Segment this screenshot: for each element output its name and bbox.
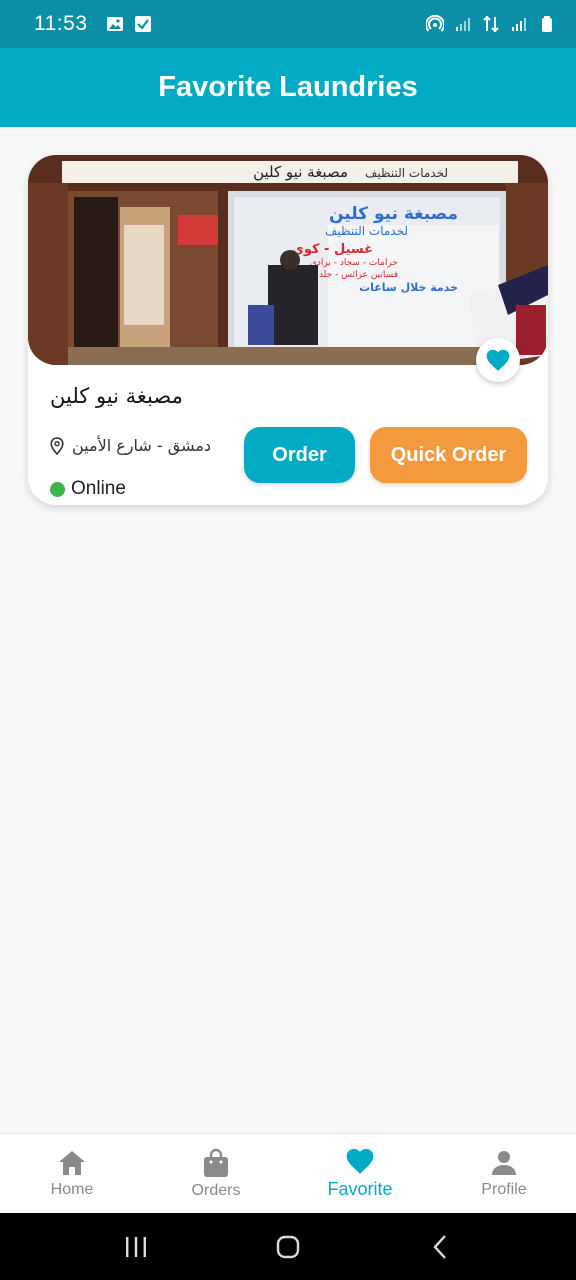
online-label: Online — [71, 478, 126, 499]
nav-label-profile: Profile — [481, 1180, 527, 1198]
heart-icon — [486, 349, 510, 371]
back-button[interactable] — [420, 1227, 460, 1267]
bottom-nav: Home Orders Favorite Profile — [0, 1133, 576, 1213]
status-time: 11:53 — [34, 12, 88, 35]
window-line-1: مصبغة نيو كلين — [329, 204, 458, 224]
laundry-card[interactable]: لخدمات التنظيف مصبغة نيو كلين مصبغة نيو … — [28, 155, 548, 505]
laundry-name: مصبغة نيو كلين — [50, 384, 183, 408]
nav-item-home[interactable]: Home — [0, 1134, 144, 1213]
recent-apps-button[interactable] — [116, 1227, 156, 1267]
nav-label-favorite: Favorite — [327, 1179, 393, 1199]
window-line-3: غسيل - كوي — [292, 242, 373, 257]
gallery-notification-icon — [106, 17, 123, 31]
heart-icon — [346, 1148, 374, 1174]
window-line-4: حرامات - سجاد - برادي — [310, 258, 398, 268]
window-line-6: خدمة خلال ساعات — [359, 281, 458, 294]
nav-label-orders: Orders — [191, 1181, 241, 1199]
signal-weak-icon — [456, 18, 470, 31]
shopping-bag-icon — [204, 1148, 228, 1177]
back-chevron-icon — [433, 1234, 446, 1259]
laundry-address: دمشق - شارع الأمين — [72, 436, 212, 455]
favorite-toggle[interactable] — [476, 338, 520, 382]
status-bar: 11:53 — [0, 0, 576, 48]
shop-sign: مصبغة نيو كلين — [253, 163, 348, 181]
online-status: Online — [50, 478, 126, 500]
home-system-button[interactable] — [268, 1227, 308, 1267]
window-line-5: فساتين عرائس - جلد — [319, 270, 398, 280]
person-icon — [492, 1150, 516, 1175]
address-row: دمشق - شارع الأمين — [50, 436, 211, 455]
location-pin-icon — [50, 436, 64, 455]
nav-label-home: Home — [50, 1180, 94, 1198]
data-transfer-icon — [483, 15, 499, 33]
recent-apps-icon — [126, 1236, 146, 1257]
order-button[interactable]: Order — [244, 427, 355, 483]
laundry-photo: لخدمات التنظيف مصبغة نيو كلين مصبغة نيو … — [28, 155, 548, 365]
app-bar: Favorite Laundries — [0, 48, 576, 127]
hotspot-icon — [426, 15, 444, 32]
signal-icon — [512, 18, 526, 31]
system-nav-bar — [0, 1213, 576, 1280]
page-title: Favorite Laundries — [158, 71, 418, 103]
shop-sign-sub: لخدمات التنظيف — [365, 166, 448, 180]
window-line-2: لخدمات التنظيف — [325, 224, 408, 238]
nav-item-favorite[interactable]: Favorite — [288, 1134, 432, 1213]
home-icon — [59, 1150, 85, 1175]
quick-order-button[interactable]: Quick Order — [370, 427, 527, 483]
battery-icon — [542, 16, 552, 32]
nav-item-orders[interactable]: Orders — [144, 1134, 288, 1213]
online-dot — [50, 481, 65, 497]
home-circle-icon — [276, 1235, 300, 1258]
nav-item-profile[interactable]: Profile — [432, 1134, 576, 1213]
checkbox-notification-icon — [134, 16, 151, 32]
